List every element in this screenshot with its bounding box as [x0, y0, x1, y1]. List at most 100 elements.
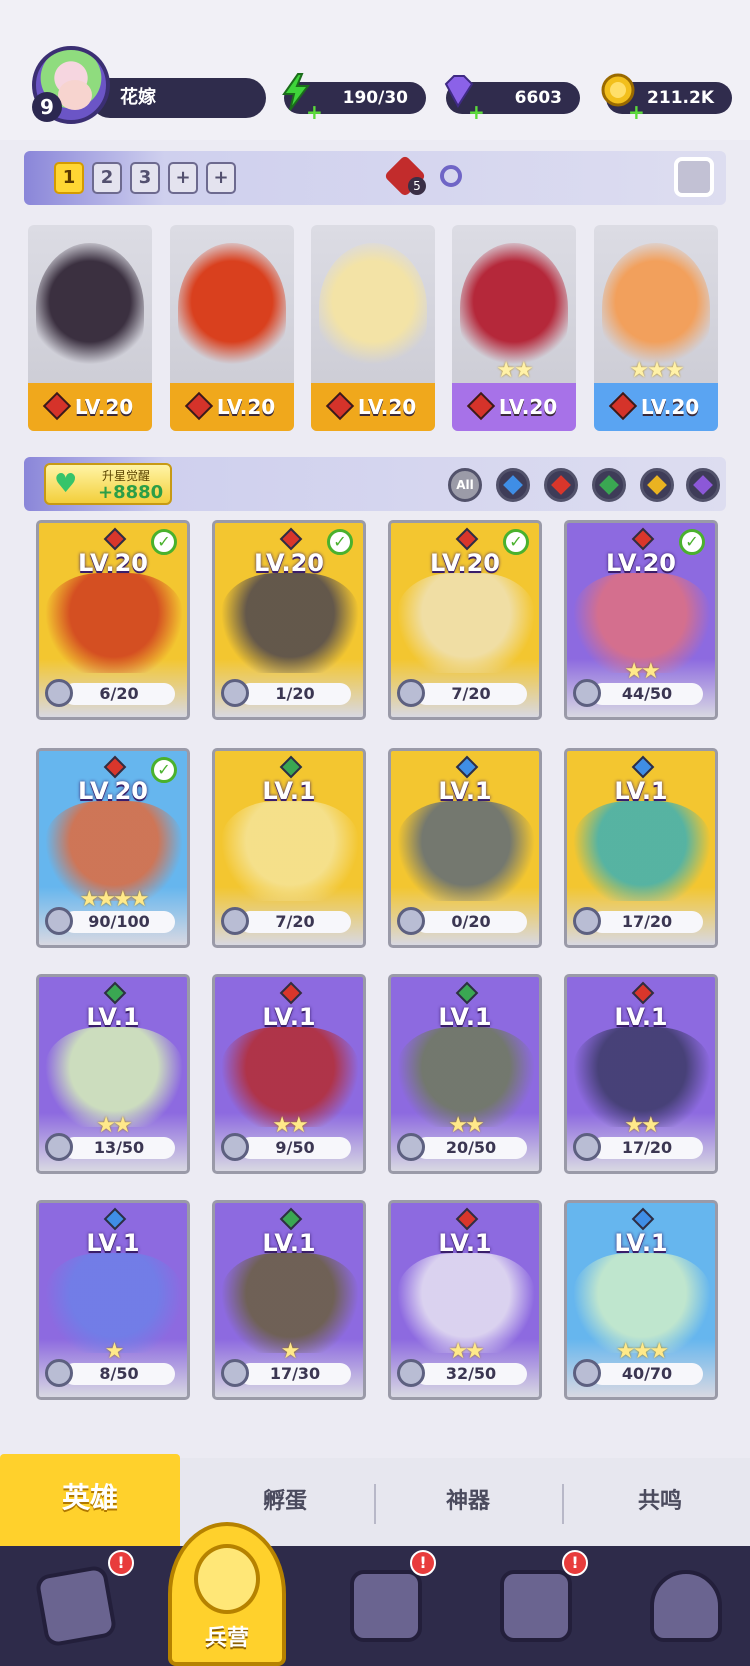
hero-portrait: [45, 1253, 183, 1353]
element-gem-icon: [279, 755, 303, 779]
hero-level: LV.1: [262, 777, 316, 805]
top-bar: 花嫁 9 + 190/30 + 6603 + 211.2K: [0, 0, 750, 140]
hero-portrait: [221, 1027, 359, 1127]
energy-counter[interactable]: + 190/30: [282, 73, 426, 124]
element-gem-icon: [631, 981, 655, 1005]
add-team-slot-button[interactable]: +: [168, 162, 198, 194]
nav-book[interactable]: !: [310, 1546, 460, 1666]
filter-light[interactable]: [640, 468, 674, 502]
hero-level: LV.1: [438, 1003, 492, 1031]
search-icon[interactable]: [440, 165, 462, 187]
element-gem-icon: [103, 981, 127, 1005]
hero-card[interactable]: LV.1 0/20: [388, 748, 542, 948]
hero-card[interactable]: LV.20 ★★★★ 90/100 ✓: [36, 748, 190, 948]
hero-portrait: [397, 1027, 535, 1127]
hero-card[interactable]: LV.20 ★★ 44/50 ✓: [564, 520, 718, 720]
element-gem-icon: [279, 527, 303, 551]
element-gem-icon: [599, 475, 619, 495]
shard-count: 1/20: [275, 684, 315, 703]
hero-card[interactable]: LV.1 ★★ 20/50: [388, 974, 542, 1174]
hero-card[interactable]: LV.1 ★★ 32/50: [388, 1200, 542, 1400]
filter-all[interactable]: All: [448, 468, 482, 502]
hero-stars: ★★: [496, 358, 533, 383]
shard-icon: [221, 1133, 249, 1161]
team-slot-1[interactable]: 1: [54, 162, 84, 194]
hero-card[interactable]: LV.20 1/20 ✓: [212, 520, 366, 720]
hero-card[interactable]: LV.20 6/20 ✓: [36, 520, 190, 720]
hero-card[interactable]: LV.1 ★★★ 40/70: [564, 1200, 718, 1400]
filter-fire[interactable]: [544, 468, 578, 502]
lineup-hero-card[interactable]: ★★★ LV.20: [594, 225, 718, 431]
nav-temple[interactable]: !: [460, 1546, 610, 1666]
shard-count: 17/20: [621, 912, 673, 931]
element-gem-icon: [631, 755, 655, 779]
add-team-slot-button[interactable]: +: [206, 162, 236, 194]
divider: [562, 1484, 564, 1524]
team-slot-2[interactable]: 2: [92, 162, 122, 194]
hero-portrait: [602, 243, 710, 373]
shard-count: 9/50: [275, 1138, 315, 1157]
lineup-hero-card[interactable]: ★★ LV.20: [452, 225, 576, 431]
awaken-button[interactable]: ♥ 升星觉醒 +8880: [44, 463, 172, 505]
hero-portrait: [397, 1253, 535, 1353]
element-gem-icon: [551, 475, 571, 495]
element-gem-icon: [503, 475, 523, 495]
hero-level: LV.1: [614, 777, 668, 805]
nav-shop[interactable]: [610, 1546, 750, 1666]
awaken-value: +8880: [98, 482, 164, 503]
tab-heroes[interactable]: 英雄: [0, 1454, 180, 1546]
hero-portrait: [45, 1027, 183, 1127]
hero-portrait: [573, 1027, 711, 1127]
shard-icon: [397, 907, 425, 935]
book-icon: [350, 1570, 422, 1642]
lineup-hero-card[interactable]: LV.20: [311, 225, 435, 431]
add-coin-icon[interactable]: +: [628, 96, 645, 128]
check-icon: ✓: [503, 529, 529, 555]
filter-water[interactable]: [496, 468, 530, 502]
hero-level: LV.1: [614, 1229, 668, 1257]
check-icon: ✓: [679, 529, 705, 555]
add-gem-icon[interactable]: +: [468, 96, 485, 128]
rank-count: 5: [408, 177, 426, 195]
filter-dark[interactable]: [686, 468, 720, 502]
shard-icon: [45, 1359, 73, 1387]
hero-card[interactable]: LV.1 ★★ 17/20: [564, 974, 718, 1174]
lineup-hero-card[interactable]: LV.20: [28, 225, 152, 431]
hero-level: LV.1: [86, 1229, 140, 1257]
gem-counter[interactable]: + 6603: [444, 75, 580, 124]
check-icon: ✓: [151, 529, 177, 555]
hero-card[interactable]: LV.1 ★★ 9/50: [212, 974, 366, 1174]
hero-card[interactable]: LV.1 ★ 17/30: [212, 1200, 366, 1400]
shard-count: 17/20: [621, 1138, 673, 1157]
hero-card[interactable]: LV.1 17/20: [564, 748, 718, 948]
hero-card[interactable]: LV.1 7/20: [212, 748, 366, 948]
avatar-face: [58, 80, 92, 110]
tab-artifacts[interactable]: 神器: [378, 1458, 558, 1546]
hero-card[interactable]: LV.20 7/20 ✓: [388, 520, 542, 720]
hero-card[interactable]: LV.1 ★★ 13/50: [36, 974, 190, 1174]
hero-card[interactable]: LV.1 ★ 8/50: [36, 1200, 190, 1400]
tab-resonance[interactable]: 共鸣: [570, 1458, 750, 1546]
nav-cards[interactable]: !: [0, 1546, 150, 1666]
team-slot-3[interactable]: 3: [130, 162, 160, 194]
shard-count: 6/20: [99, 684, 139, 703]
shard-icon: [221, 679, 249, 707]
filter-wind[interactable]: [592, 468, 626, 502]
hero-level: LV.1: [438, 1229, 492, 1257]
shard-count: 7/20: [275, 912, 315, 931]
hero-level: LV.1: [438, 777, 492, 805]
element-gem-icon: [103, 1207, 127, 1231]
lineup-hero-card[interactable]: LV.20: [170, 225, 294, 431]
shard-icon: [45, 1133, 73, 1161]
hero-level: LV.20: [28, 383, 152, 431]
coin-counter[interactable]: + 211.2K: [601, 73, 732, 124]
shard-icon: [573, 679, 601, 707]
share-icon[interactable]: [674, 157, 714, 197]
add-energy-icon[interactable]: +: [306, 96, 323, 128]
shard-count: 13/50: [93, 1138, 145, 1157]
shard-progress: 20/50: [397, 1133, 527, 1161]
temple-icon: [500, 1570, 572, 1642]
shard-icon: [573, 907, 601, 935]
shard-count: 90/100: [88, 912, 150, 931]
nav-barracks[interactable]: 兵营: [168, 1522, 286, 1666]
